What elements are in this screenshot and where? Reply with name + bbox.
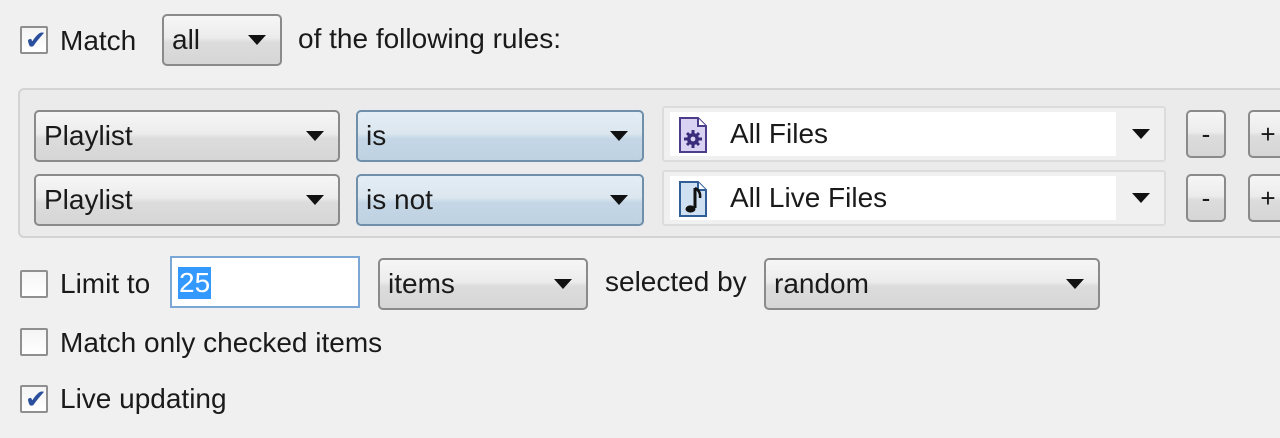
live-updating-checkbox[interactable]: ✔ <box>20 385 48 415</box>
chevron-down-icon <box>610 131 628 141</box>
limit-amount-value: 25 <box>178 267 212 299</box>
chevron-down-icon <box>1132 129 1150 139</box>
rule-operator-select[interactable]: is <box>356 110 644 162</box>
chevron-down-icon <box>1132 193 1150 203</box>
add-rule-button[interactable]: + <box>1248 174 1280 222</box>
rule-operator-value: is not <box>366 184 433 215</box>
limit-unit-select[interactable]: items <box>378 258 588 310</box>
chevron-down-icon <box>1066 279 1084 289</box>
check-mark-icon: ✔ <box>25 26 47 56</box>
remove-rule-button[interactable]: - <box>1186 110 1226 158</box>
rule-field-value: Playlist <box>44 120 133 151</box>
selected-by-value: random <box>774 268 869 299</box>
chevron-down-icon <box>610 195 628 205</box>
chevron-down-icon <box>306 195 324 205</box>
rule-value-select[interactable]: All Files <box>662 106 1166 162</box>
limit-unit-value: items <box>388 268 455 299</box>
match-checked-only-label: Match only checked items <box>60 327 383 358</box>
add-rule-button[interactable]: + <box>1248 110 1280 158</box>
limit-checkbox[interactable] <box>20 270 48 298</box>
chevron-down-icon <box>248 35 266 45</box>
limit-amount-input[interactable]: 25 <box>170 256 360 308</box>
check-mark-icon: ✔ <box>25 385 47 415</box>
match-checkbox[interactable]: ✔ <box>20 26 48 56</box>
match-label: Match <box>60 25 137 56</box>
music-note-file-icon <box>679 181 707 217</box>
rule-value-text: All Live Files <box>730 182 888 213</box>
rule-field-value: Playlist <box>44 184 133 215</box>
rule-operator-select[interactable]: is not <box>356 174 644 226</box>
match-mode-select[interactable]: all <box>162 14 282 66</box>
match-checked-only-checkbox[interactable] <box>20 328 48 356</box>
match-suffix-label: of the following rules: <box>298 23 562 54</box>
rule-value-text: All Files <box>730 118 829 149</box>
remove-rule-button[interactable]: - <box>1186 174 1226 222</box>
chevron-down-icon <box>306 131 324 141</box>
playlist-gear-icon <box>679 117 707 153</box>
selected-by-select[interactable]: random <box>764 258 1100 310</box>
chevron-down-icon <box>554 279 572 289</box>
live-updating-label: Live updating <box>60 383 227 414</box>
limit-label: Limit to <box>60 268 151 299</box>
rule-value-select[interactable]: All Live Files <box>662 170 1166 226</box>
rule-operator-value: is <box>366 120 387 151</box>
match-mode-value: all <box>172 24 201 55</box>
rule-field-select[interactable]: Playlist <box>34 110 340 162</box>
selected-by-label: selected by <box>605 266 747 297</box>
rule-field-select[interactable]: Playlist <box>34 174 340 226</box>
